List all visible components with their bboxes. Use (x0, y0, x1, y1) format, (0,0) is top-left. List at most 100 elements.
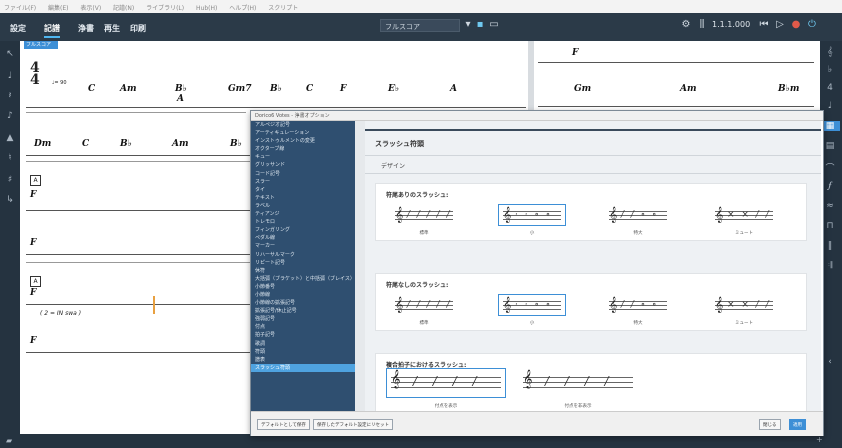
tuplet-icon[interactable]: ↳ (0, 195, 20, 205)
nav-item[interactable]: オクターブ線 (251, 145, 355, 153)
chord-symbol[interactable]: B♭ (175, 84, 187, 94)
view-icon[interactable]: ▰ (6, 436, 12, 445)
chord-icon[interactable]: ♪ (0, 111, 20, 121)
menu-script[interactable]: スクリプト (268, 3, 298, 12)
power-icon[interactable]: ⏻ (806, 19, 818, 31)
accidental-icon[interactable]: ♮ (0, 153, 20, 163)
nav-item[interactable]: タイ (251, 186, 355, 194)
nav-item[interactable]: マーカー (251, 242, 355, 250)
slash-option-mute[interactable]: 𝄞 × × / / (710, 204, 778, 226)
nav-item[interactable]: フィンガリング (251, 226, 355, 234)
nav-item[interactable]: 強弱記号 (251, 315, 355, 323)
nav-item[interactable]: トレモロ (251, 218, 355, 226)
playhead[interactable] (153, 296, 155, 314)
slash-option-normal[interactable]: 𝄞 / / / / / (390, 294, 458, 316)
chord-symbol[interactable]: C (82, 139, 89, 149)
window-icon[interactable]: ▭ (488, 19, 500, 31)
slash-option-normal[interactable]: 𝄞 / / / / / (390, 204, 458, 226)
chord-symbol[interactable]: C (306, 84, 313, 94)
nav-item[interactable]: 拡張記号/休止記号 (251, 307, 355, 315)
mode-write[interactable]: 記譜 (44, 23, 60, 38)
reset-to-default-button[interactable]: 保存したデフォルト設定にリセット (313, 419, 393, 430)
nav-item[interactable]: 譜表 (251, 356, 355, 364)
nav-item[interactable]: スラー (251, 178, 355, 186)
chord-symbol[interactable]: Dm (34, 139, 51, 149)
nav-item[interactable]: コード記号 (251, 170, 355, 178)
nav-item[interactable]: ティアンジ (251, 210, 355, 218)
nav-item[interactable]: テキスト (251, 194, 355, 202)
menu-notation[interactable]: 記譜(N) (113, 3, 134, 12)
chord-symbol[interactable]: A (450, 84, 457, 94)
menu-edit[interactable]: 編集(E) (48, 3, 68, 12)
chord-symbol[interactable]: Gm7 (228, 84, 251, 94)
rehearsal-mark[interactable]: A (30, 276, 41, 287)
dynamic-mark[interactable]: F (572, 48, 578, 58)
key-icon[interactable]: ♭ (820, 65, 840, 75)
nav-item[interactable]: 符頭 (251, 348, 355, 356)
nav-item[interactable]: インストゥルメントの変更 (251, 137, 355, 145)
dynamic-mark[interactable]: F (30, 336, 36, 346)
chord-symbol[interactable]: B♭ (230, 139, 242, 149)
nav-item[interactable]: リピート記号 (251, 259, 355, 267)
nav-item[interactable]: アーティキュレーション (251, 129, 355, 137)
menu-help[interactable]: ヘルプ(H) (229, 3, 256, 12)
settings-icon[interactable]: ⚙ (680, 19, 692, 31)
note-icon[interactable]: ♩ (0, 71, 20, 81)
clef-icon[interactable]: 𝄞 (820, 47, 840, 57)
nav-item[interactable]: キュー (251, 153, 355, 161)
nav-item[interactable]: 小節線 (251, 291, 355, 299)
chord-symbol[interactable]: B♭m (778, 84, 799, 94)
lyric-line[interactable]: ( 2 = IN swa ) (40, 310, 81, 317)
dynamic-mark[interactable]: F (30, 238, 36, 248)
menu-file[interactable]: ファイル(F) (4, 3, 36, 12)
chord-bass[interactable]: A (177, 94, 184, 104)
nav-item-selected[interactable]: スラッシュ符頭 (251, 363, 355, 372)
menu-view[interactable]: 表示(V) (80, 3, 101, 12)
play-icon[interactable]: ▷ (774, 19, 786, 31)
nav-item[interactable]: 小節線の拡張記号 (251, 299, 355, 307)
nav-item[interactable]: 大括弧（ブラケット）と中括弧（ブレイス） (251, 275, 355, 283)
chord-symbol[interactable]: Gm (574, 84, 591, 94)
rest-icon[interactable]: 𝄽 (0, 91, 20, 101)
nav-item[interactable]: 付点 (251, 323, 355, 331)
sharp-icon[interactable]: ♯ (0, 175, 20, 185)
chevron-down-icon[interactable]: ▾ (462, 19, 474, 31)
menu-hub[interactable]: Hub(H) (196, 5, 217, 12)
dynamic-mark[interactable]: F (30, 288, 36, 298)
rewind-icon[interactable]: ⏮ (758, 19, 770, 31)
slash-option-small[interactable]: 𝄞 · · ∘ ∘ (498, 204, 566, 226)
mode-print[interactable]: 印刷 (130, 23, 146, 34)
chord-symbol[interactable]: B♭ (270, 84, 282, 94)
time-icon[interactable]: 4 (820, 83, 840, 93)
mode-setup[interactable]: 設定 (10, 23, 26, 34)
lock-icon[interactable]: ▲ (0, 133, 20, 143)
chord-symbol[interactable]: Am (120, 84, 137, 94)
nav-item[interactable]: アルペジオ記号 (251, 121, 355, 129)
compound-option-hide-dots[interactable]: 𝄞 / / / / (518, 368, 638, 398)
close-button[interactable]: 閉じる (759, 419, 781, 430)
mode-engrave[interactable]: 浄書 (78, 23, 94, 34)
menu-library[interactable]: ライブラリ(L) (146, 3, 184, 12)
chord-symbol[interactable]: C (88, 84, 95, 94)
record-icon[interactable]: ● (790, 19, 802, 31)
chord-symbol[interactable]: F (340, 84, 346, 94)
slash-option-large[interactable]: 𝄞 / / ∘ ∘ (604, 204, 672, 226)
compound-option-show-dots[interactable]: 𝄞 / / / / (386, 368, 506, 398)
dynamic-mark[interactable]: F (30, 190, 36, 200)
nav-item[interactable]: 小節番号 (251, 283, 355, 291)
chord-symbol[interactable]: Am (680, 84, 697, 94)
slash-option-mute[interactable]: 𝄞 × × / / (710, 294, 778, 316)
select-icon[interactable]: ↖ (0, 49, 20, 59)
rehearsal-mark[interactable]: A (30, 175, 41, 186)
slash-option-large[interactable]: 𝄞 / / ∘ ∘ (604, 294, 672, 316)
zoom-icon[interactable]: + (816, 435, 823, 444)
nav-item[interactable]: 歌詞 (251, 340, 355, 348)
nav-item[interactable]: 拍子記号 (251, 331, 355, 339)
nav-item[interactable]: グリッサンド (251, 161, 355, 169)
layout-select[interactable]: フルスコア (380, 19, 460, 32)
apply-button[interactable]: 適用 (789, 419, 806, 430)
nav-item[interactable]: ペダル線 (251, 234, 355, 242)
mixer-icon[interactable]: ⫼ (696, 19, 708, 31)
split-view-icon[interactable]: ▪ (474, 19, 486, 31)
chord-symbol[interactable]: B♭ (120, 139, 132, 149)
